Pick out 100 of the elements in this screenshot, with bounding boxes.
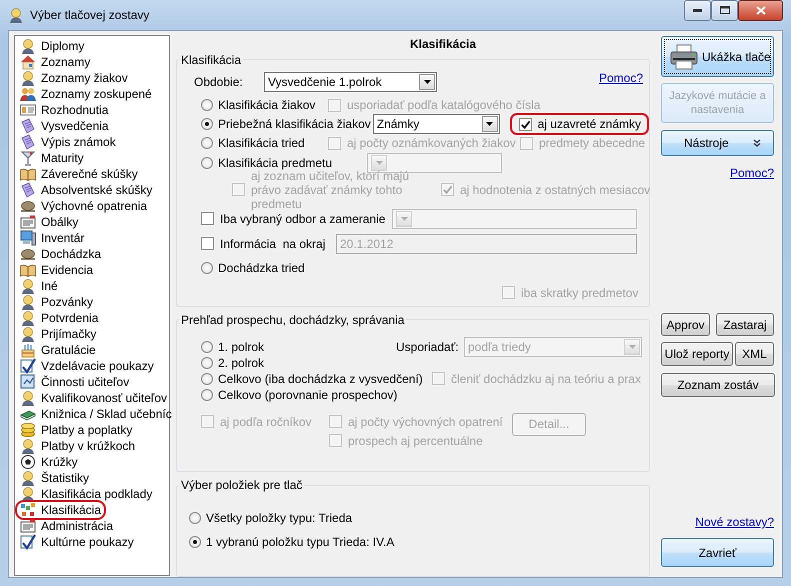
group-title: Prehľad prospechu, dochádzky, správania	[180, 312, 406, 327]
checklist-icon	[20, 534, 36, 550]
sidebar-item[interactable]: Platby a poplatky	[17, 422, 136, 438]
sidebar-item[interactable]: Záverečné skúšky	[17, 166, 141, 182]
maximize-icon	[720, 6, 730, 14]
sidebar-item[interactable]: Prijímačky	[17, 326, 100, 342]
checkbox-label: aj počty oznámkovaných žiakov	[347, 136, 516, 150]
checkbox-label: aj zoznam učiteľov, ktorí majú právo zadávať známky tohto predmetu	[251, 168, 410, 211]
person-icon	[20, 310, 36, 326]
radio-button[interactable]	[201, 118, 213, 130]
sidebar-item[interactable]: Štatistiky	[17, 470, 92, 486]
checkbox[interactable]	[518, 118, 532, 131]
sidebar-item[interactable]: Kultúrne poukazy	[17, 534, 137, 550]
sidebar-item[interactable]: Pozvánky	[17, 294, 96, 310]
radio-button[interactable]	[189, 512, 201, 524]
radio-button[interactable]	[201, 340, 213, 353]
radio-button[interactable]	[201, 388, 213, 401]
sidebar-item[interactable]: Gratulácie	[17, 342, 99, 358]
checkbox-label: aj hodnotenia z ostatných mesiacov	[460, 182, 650, 197]
checkbox-label: Informácia na okraj	[220, 236, 326, 251]
maximize-button[interactable]	[711, 0, 738, 20]
dropdown[interactable]: Známky	[372, 114, 500, 134]
radio-label: 1 vybranú položku typu Trieda: IV.A	[206, 535, 394, 550]
radio-button[interactable]	[201, 157, 213, 170]
colored-marks-icon	[20, 502, 36, 518]
checkbox-label: prospech aj percentuálne	[348, 434, 483, 448]
person-icon	[20, 326, 36, 342]
book-icon	[20, 262, 36, 278]
board-icon	[20, 374, 36, 390]
sidebar-item[interactable]: Činnosti učiteľov	[17, 374, 132, 390]
sidebar-item[interactable]: Diplomy	[17, 38, 88, 54]
sidebar-item[interactable]: Evidencia	[17, 262, 96, 278]
person-icon	[8, 7, 24, 23]
button[interactable]: Zavrieť	[661, 538, 774, 567]
document-icon	[20, 182, 36, 198]
sidebar-item[interactable]: Platby v krúžkoch	[17, 438, 138, 454]
button[interactable]: Approv	[661, 313, 710, 336]
radio-label: Klasifikácia tried	[218, 136, 305, 150]
person-icon	[20, 390, 36, 406]
field-label: Usporiadať:	[396, 340, 460, 354]
sidebar-item[interactable]: Vysvedčenia	[17, 118, 112, 134]
checkbox-label: aj podľa ročníkov	[220, 414, 312, 429]
checkbox-label: aj uzavreté známky	[538, 117, 641, 132]
sidebar-item[interactable]: Klasifikácia podklady	[17, 486, 156, 502]
new-reports-link[interactable]: Nové zostavy?	[695, 515, 774, 529]
sidebar-item[interactable]: Absolventské skúšky	[17, 182, 156, 198]
button[interactable]: Zastaraj	[716, 313, 774, 336]
radio-label: Priebežná klasifikácia žiakov	[218, 117, 371, 132]
sidebar-item[interactable]: Zoznamy žiakov	[17, 70, 131, 86]
minimize-button[interactable]	[684, 0, 711, 20]
dropdown[interactable]: Vysvedčenie 1.polrok	[264, 72, 437, 92]
printer-icon	[670, 42, 698, 70]
tools-button[interactable]: Nástroje	[661, 130, 774, 156]
radio-button[interactable]	[201, 372, 213, 385]
sidebar-item[interactable]: Inventár	[17, 230, 88, 246]
sidebar-item[interactable]: Zoznamy	[17, 54, 94, 70]
checkbox[interactable]	[201, 212, 214, 226]
button[interactable]: Zoznam zostáv	[661, 373, 775, 397]
print-preview-button[interactable]: Ukážka tlače	[661, 36, 774, 77]
sidebar-item[interactable]: Výpis známok	[17, 134, 119, 150]
window-title: Výber tlačovej zostavy	[30, 8, 150, 22]
book-icon	[20, 166, 36, 182]
close-button[interactable]	[738, 0, 783, 20]
checkbox[interactable]	[201, 237, 214, 250]
form-icon	[20, 214, 36, 230]
sidebar-item[interactable]: Výchovné opatrenia	[17, 198, 150, 214]
sidebar-item[interactable]: Iné	[17, 278, 61, 294]
radio-button[interactable]	[201, 137, 213, 150]
group-title: Výber položiek pre tlač	[180, 478, 304, 492]
button[interactable]: XML	[735, 342, 774, 366]
sidebar-item[interactable]: Dochádzka	[17, 246, 104, 262]
sidebar-item[interactable]: Rozhodnutia	[17, 102, 112, 118]
sidebar-item[interactable]: Obálky	[17, 214, 82, 230]
document-icon	[20, 134, 36, 150]
radio-label: Všetky položky typu: Trieda	[206, 511, 352, 526]
button[interactable]: Ulož reporty	[661, 342, 733, 366]
sidebar-item[interactable]: Potvrdenia	[17, 310, 102, 326]
radio-label: Celkovo (iba dochádzka z vysvedčení)	[218, 372, 423, 386]
computer-icon	[20, 230, 36, 246]
sidebar-item[interactable]: Maturity	[17, 150, 87, 166]
checkbox-label: usporiadať podľa katalógového čísla	[347, 98, 540, 112]
radio-button[interactable]	[189, 536, 201, 548]
person-icon	[20, 470, 36, 486]
sidebar-item[interactable]: Krúžky	[17, 454, 81, 470]
radio-button[interactable]	[201, 356, 213, 369]
sidebar-item[interactable]: Administrácia	[17, 518, 116, 534]
person-icon	[20, 438, 36, 454]
form-icon	[20, 518, 36, 534]
cake-icon	[20, 342, 36, 358]
radio-button[interactable]	[201, 262, 213, 274]
sidebar-item[interactable]: Vzdelávacie poukazy	[17, 358, 157, 374]
document-icon	[20, 118, 36, 134]
sidebar-item[interactable]: Zoznamy zoskupené	[17, 86, 155, 102]
help-link[interactable]: Pomoc?	[730, 166, 774, 180]
help-link[interactable]: Pomoc?	[598, 70, 643, 85]
person-icon	[20, 486, 36, 502]
sidebar-item[interactable]: Kvalifikovanosť učiteľov	[17, 390, 170, 406]
radio-button[interactable]	[201, 99, 213, 112]
sidebar-item[interactable]: Klasifikácia	[17, 502, 104, 518]
sidebar-item[interactable]: Knižnica / Sklad učebníc	[17, 406, 175, 422]
